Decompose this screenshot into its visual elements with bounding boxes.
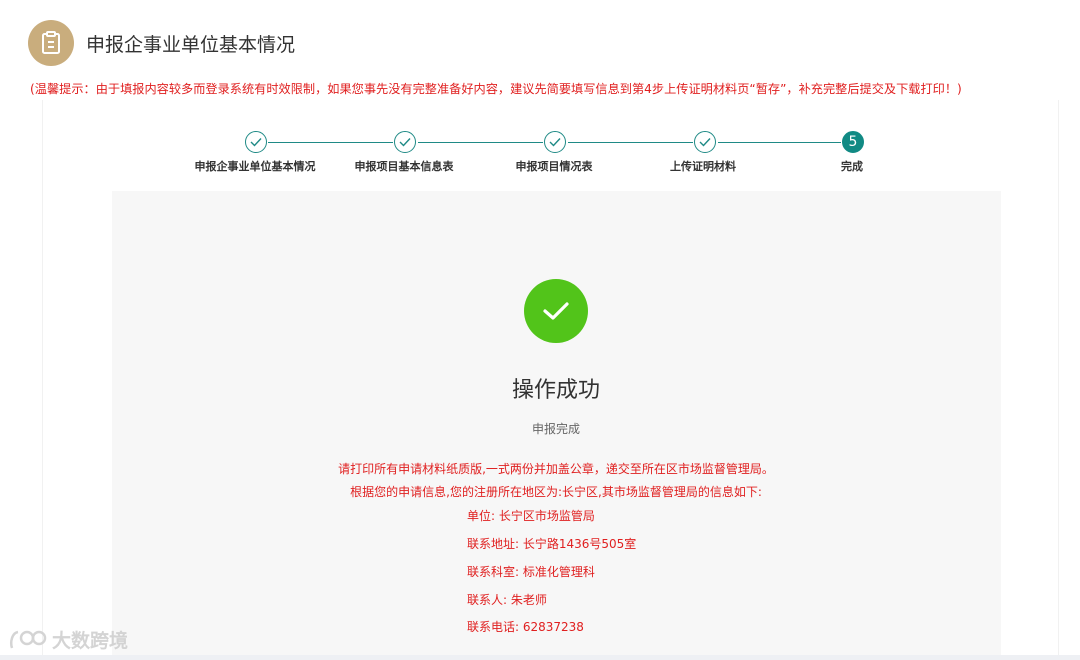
step-3-done[interactable] xyxy=(544,131,566,153)
step-connector xyxy=(568,142,693,143)
notice-text: (温馨提示：由于填报内容较多而登录系统有时效限制，如果您事先没有完整准备好内容，… xyxy=(30,82,962,96)
step-connector xyxy=(268,142,393,143)
step-label: 申报项目基本信息表 xyxy=(354,160,454,173)
check-icon xyxy=(524,279,588,343)
info-contact: 联系人: 朱老师 xyxy=(467,593,547,607)
page-header: 申报企事业单位基本情况 xyxy=(28,20,295,66)
bottom-bar xyxy=(0,655,1080,660)
page: 申报企事业单位基本情况 (温馨提示：由于填报内容较多而登录系统有时效限制，如果您… xyxy=(0,0,1080,660)
info-department: 联系科室: 标准化管理科 xyxy=(467,565,595,579)
step-5-active[interactable]: 5 xyxy=(842,131,864,153)
instruction-text: 请打印所有申请材料纸质版,一式两份并加盖公章，递交至所在区市场监督管理局。 xyxy=(338,462,774,476)
step-2-done[interactable] xyxy=(394,131,416,153)
step-connector xyxy=(418,142,543,143)
check-icon xyxy=(399,138,411,147)
step-label: 申报企事业单位基本情况 xyxy=(194,160,316,173)
step-label: 上传证明材料 xyxy=(670,160,736,173)
step-label: 完成 xyxy=(841,160,863,173)
instruction-text: 根据您的申请信息,您的注册所在地区为:长宁区,其市场监督管理局的信息如下: xyxy=(350,485,762,499)
check-icon xyxy=(549,138,561,147)
check-icon xyxy=(699,138,711,147)
page-title: 申报企事业单位基本情况 xyxy=(86,33,296,56)
step-1-done[interactable] xyxy=(245,131,267,153)
step-4-done[interactable] xyxy=(694,131,716,153)
info-unit: 单位: 长宁区市场监管局 xyxy=(467,509,595,523)
step-connector xyxy=(718,142,841,143)
result-subtitle: 申报完成 xyxy=(531,422,580,436)
info-address: 联系地址: 长宁路1436号505室 xyxy=(467,537,637,551)
info-phone: 联系电话: 62837238 xyxy=(467,620,584,634)
watermark-text: 大数跨境 xyxy=(52,630,129,652)
watermark-logo-icon xyxy=(10,630,47,648)
step-number: 5 xyxy=(848,134,858,150)
check-icon xyxy=(250,138,262,147)
watermark: 大数跨境 xyxy=(8,626,128,653)
result-title: 操作成功 xyxy=(511,378,600,403)
step-label: 申报项目情况表 xyxy=(515,160,593,173)
clipboard-icon xyxy=(28,20,74,66)
